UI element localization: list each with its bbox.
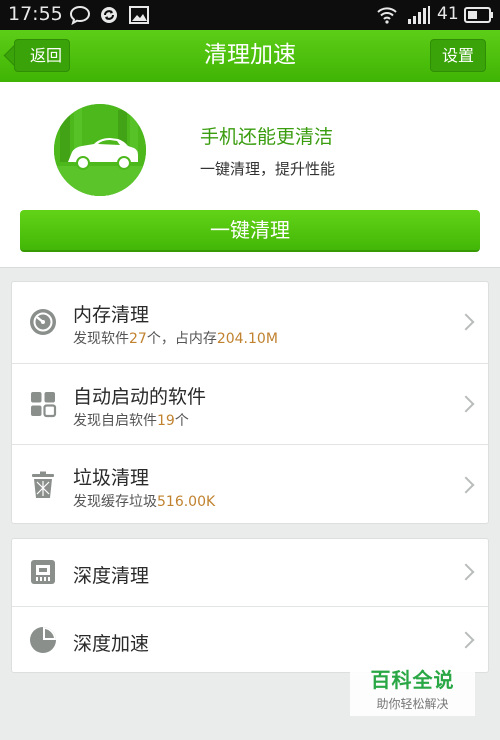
hero-section: 手机还能更清洁 一键清理，提升性能 一键清理 — [0, 82, 500, 268]
settings-button[interactable]: 设置 — [430, 39, 486, 72]
one-key-clean-button[interactable]: 一键清理 — [20, 210, 480, 252]
memory-app-count: 27 — [129, 331, 147, 347]
clean-list-card: 内存清理 发现软件27个，占内存204.10M 自动启动的软件 发现自启软件19… — [11, 281, 489, 524]
battery-percent: 41 — [437, 4, 459, 24]
chevron-right-icon — [457, 563, 475, 581]
hero-title: 手机还能更清洁 — [200, 126, 334, 148]
sync-icon — [101, 7, 117, 23]
apps-grid-icon — [31, 392, 57, 418]
autostart-title: 自动启动的软件 — [73, 386, 207, 408]
list-item-deep-clean[interactable]: 深度清理 — [12, 539, 488, 606]
junk-subtitle: 发现缓存垃圾516.00K — [73, 491, 215, 511]
chip-icon — [31, 560, 55, 584]
title-bar: 清理加速 返回 设置 — [0, 30, 500, 82]
deep-speed-title: 深度加速 — [73, 633, 150, 655]
autostart-sub-text-b: 个 — [174, 413, 189, 429]
junk-title: 垃圾清理 — [73, 467, 150, 489]
back-button[interactable]: 返回 — [14, 39, 70, 72]
deep-tools-card: 深度清理 深度加速 — [11, 538, 489, 673]
trash-icon — [32, 471, 54, 498]
autostart-subtitle: 发现自启软件19个 — [73, 410, 189, 430]
watermark-slogan: 助你轻松解决 — [376, 697, 449, 711]
chevron-right-icon — [457, 395, 475, 413]
memory-sub-text-a: 发现软件 — [73, 331, 129, 347]
memory-title: 内存清理 — [73, 304, 150, 326]
chat-bubble-icon — [69, 5, 91, 25]
deep-clean-title: 深度清理 — [73, 565, 150, 587]
watermark-brand: 百科全说 — [370, 668, 455, 692]
junk-sub-text-a: 发现缓存垃圾 — [73, 494, 157, 510]
status-bar: 17:55 41 — [0, 0, 500, 30]
gauge-icon — [30, 309, 56, 335]
list-item-junk[interactable]: 垃圾清理 发现缓存垃圾516.00K — [12, 444, 488, 525]
autostart-count: 19 — [157, 413, 175, 429]
battery-icon — [464, 7, 493, 23]
watermark: 百科全说 助你轻松解决 — [350, 660, 475, 716]
chevron-right-icon — [457, 476, 475, 494]
junk-size: 516.00K — [157, 494, 216, 510]
status-time: 17:55 — [8, 3, 63, 25]
memory-subtitle: 发现软件27个，占内存204.10M — [73, 328, 278, 348]
hero-subtitle: 一键清理，提升性能 — [200, 160, 336, 178]
wifi-icon — [377, 7, 397, 24]
pie-chart-icon — [30, 627, 56, 653]
memory-sub-text-b: 个，占内存 — [146, 331, 217, 347]
list-item-memory[interactable]: 内存清理 发现软件27个，占内存204.10M — [12, 282, 488, 363]
list-item-autostart[interactable]: 自动启动的软件 发现自启软件19个 — [12, 363, 488, 444]
signal-icon — [408, 6, 430, 24]
car-icon — [54, 104, 146, 196]
memory-size: 204.10M — [216, 331, 278, 347]
back-button-area: 返回 — [0, 30, 90, 82]
image-icon — [129, 6, 149, 24]
chevron-right-icon — [457, 313, 475, 331]
autostart-sub-text-a: 发现自启软件 — [73, 413, 157, 429]
chevron-right-icon — [457, 631, 475, 649]
